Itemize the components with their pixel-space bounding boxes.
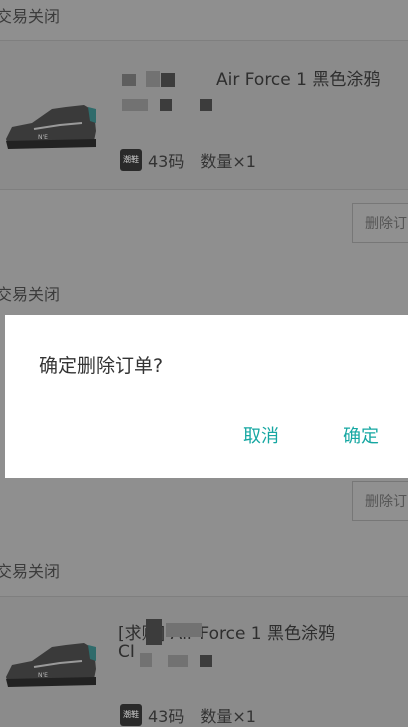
redacted-text (146, 71, 160, 87)
product-thumbnail[interactable]: N'E (4, 97, 98, 157)
svg-text:N'E: N'E (38, 672, 48, 679)
divider (0, 189, 408, 190)
redacted-text (200, 99, 212, 111)
redacted-text (140, 653, 152, 667)
redacted-text (122, 99, 148, 111)
order-status-label: 交易关闭 (0, 7, 61, 26)
product-title[interactable]: Air Force 1 黑色涂鸦 (216, 65, 380, 90)
size-label: 43码 (148, 707, 185, 726)
delete-order-button[interactable]: 删除订 (352, 481, 408, 521)
redacted-text (146, 619, 162, 645)
confirm-delete-dialog: 确定删除订单? 取消 确定 (5, 315, 408, 478)
order-status-header: 交易关闭 (0, 555, 408, 589)
size-label: 43码 (148, 152, 185, 171)
redacted-text (160, 99, 172, 111)
quantity-label: 数量×1 (200, 707, 256, 726)
product-thumbnail[interactable]: N'E (4, 635, 98, 695)
order-status-label: 交易关闭 (0, 285, 61, 304)
cancel-button[interactable]: 取消 (243, 422, 279, 448)
confirm-button[interactable]: 确定 (343, 422, 379, 448)
order-card[interactable]: N'E Air Force 1 黑色涂鸦 潮鞋 43码 数量×1 (0, 41, 408, 189)
redacted-text (161, 73, 175, 87)
quantity-label: 数量×1 (200, 152, 256, 171)
product-title-line2: CI (118, 642, 135, 662)
brand-badge-icon: 潮鞋 (120, 149, 142, 171)
brand-badge-icon: 潮鞋 (120, 704, 142, 726)
order-status-label: 交易关闭 (0, 562, 61, 581)
redacted-text (166, 623, 202, 637)
delete-order-button[interactable]: 删除订 (352, 203, 408, 243)
redacted-text (168, 655, 188, 667)
svg-text:N'E: N'E (38, 134, 48, 141)
dialog-message: 确定删除订单? (39, 355, 164, 377)
order-status-header: 交易关闭 (0, 278, 408, 312)
order-card[interactable]: N'E [求购] Air Force 1 黑色涂鸦 CI 潮鞋 43码 数量×1 (0, 597, 408, 727)
redacted-text (200, 655, 212, 667)
product-meta: 潮鞋 43码 数量×1 (120, 148, 256, 172)
order-status-header: 交易关闭 (0, 0, 408, 34)
product-meta: 潮鞋 43码 数量×1 (120, 703, 256, 727)
redacted-text (122, 74, 136, 86)
